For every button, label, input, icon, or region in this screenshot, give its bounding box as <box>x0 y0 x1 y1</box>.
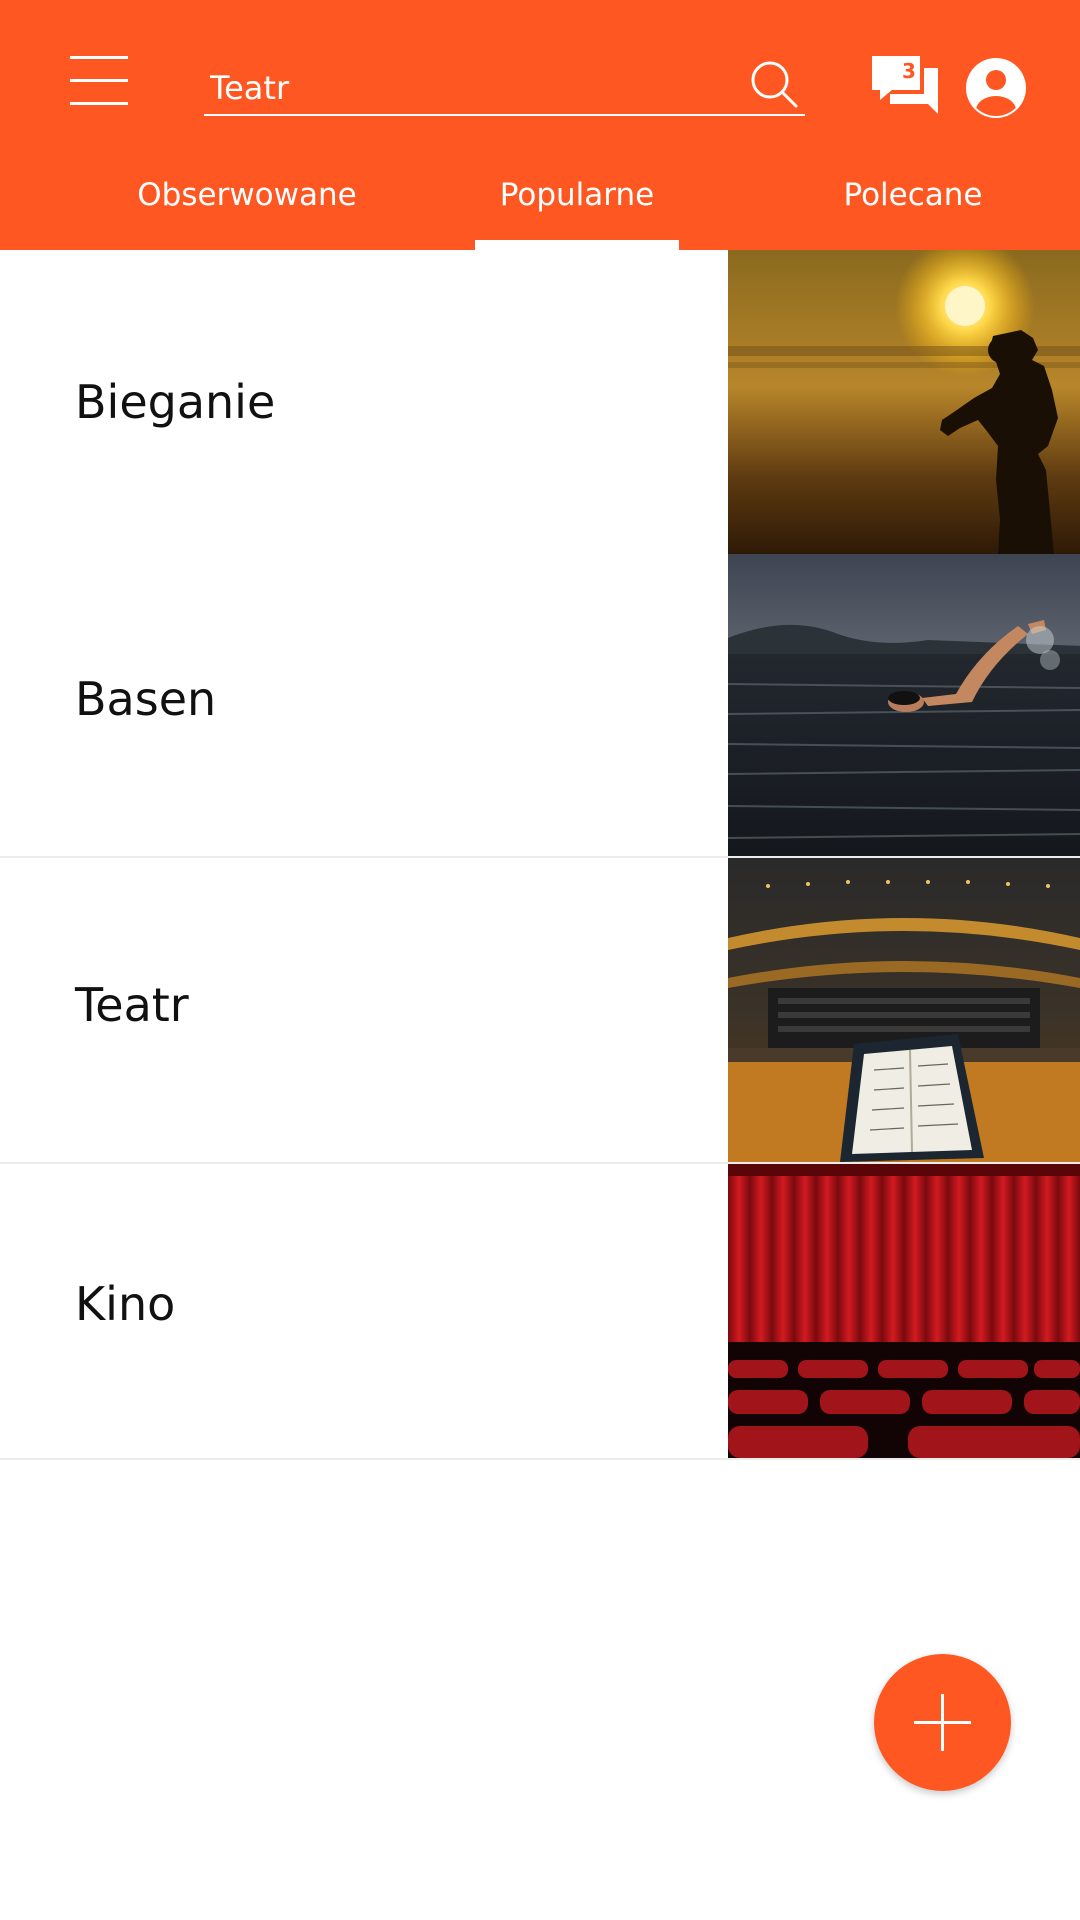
search-field <box>204 50 805 116</box>
add-button[interactable] <box>874 1654 1011 1791</box>
tab-recommended[interactable]: Polecane <box>800 172 1026 250</box>
theatre-image <box>728 858 1080 1162</box>
messages-badge: 3 <box>902 59 916 83</box>
tab-observed[interactable]: Obserwowane <box>100 172 394 250</box>
search-input[interactable] <box>210 64 730 112</box>
list-item-label: Kino <box>75 1277 176 1331</box>
list-item-basen[interactable]: Basen <box>0 554 1080 856</box>
profile-button[interactable] <box>964 56 1028 120</box>
profile-icon <box>964 58 1028 124</box>
active-tab-indicator <box>475 240 679 250</box>
messages-button[interactable]: 3 <box>868 52 944 126</box>
list-item-bieganie[interactable]: Bieganie <box>0 250 1080 566</box>
list-item-label: Bieganie <box>75 375 276 429</box>
list-divider <box>0 1458 1080 1460</box>
app-bar: 3 Obserwowane Popularne Polecane <box>0 0 1080 250</box>
list-item-label: Teatr <box>75 978 189 1032</box>
cinema-image <box>728 1164 1080 1458</box>
tab-popular[interactable]: Popularne <box>475 172 679 250</box>
list-item-kino[interactable]: Kino <box>0 1164 1080 1458</box>
swimming-image <box>728 554 1080 856</box>
search-icon[interactable] <box>748 58 800 110</box>
menu-button[interactable] <box>60 46 140 126</box>
list-item-label: Basen <box>75 672 217 726</box>
list-item-teatr[interactable]: Teatr <box>0 858 1080 1162</box>
tab-bar: Obserwowane Popularne Polecane <box>0 172 1080 250</box>
running-image <box>728 250 1080 566</box>
